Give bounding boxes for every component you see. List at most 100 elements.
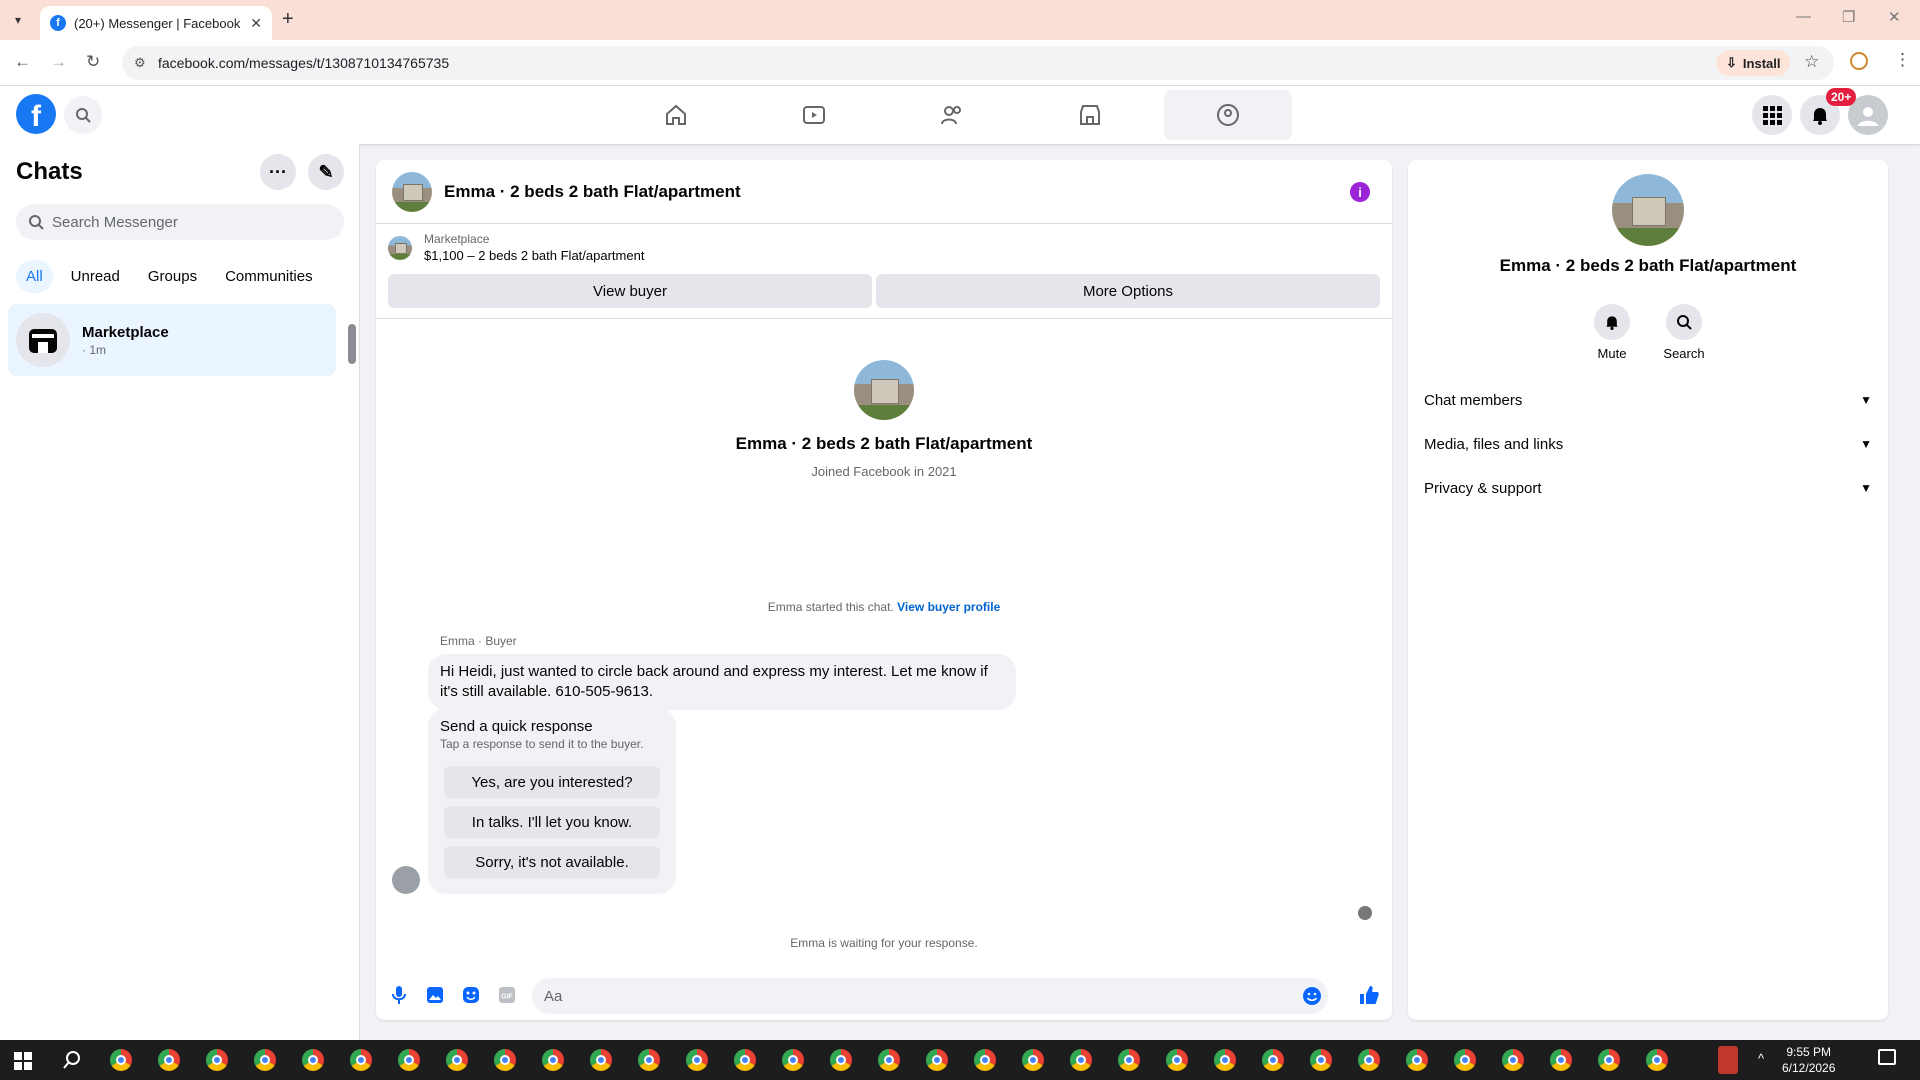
chrome-taskbar-icon[interactable]: [1310, 1049, 1332, 1071]
chrome-taskbar-icon[interactable]: [974, 1049, 996, 1071]
system-clock[interactable]: 9:55 PM 6/12/2026: [1782, 1044, 1835, 1076]
home-icon[interactable]: [612, 90, 740, 140]
microphone-icon[interactable]: [388, 984, 410, 1006]
chrome-taskbar-icon[interactable]: [878, 1049, 900, 1071]
new-message-icon[interactable]: ✎: [308, 154, 344, 190]
chrome-taskbar-icon[interactable]: [1598, 1049, 1620, 1071]
chrome-taskbar-icon[interactable]: [446, 1049, 468, 1071]
site-info-icon[interactable]: ⚙: [134, 55, 146, 71]
filter-groups[interactable]: Groups: [138, 260, 207, 293]
video-icon[interactable]: [750, 90, 878, 140]
chrome-taskbar-icon[interactable]: [158, 1049, 180, 1071]
menu-grid-icon[interactable]: [1752, 95, 1792, 135]
chrome-taskbar-icon[interactable]: [1118, 1049, 1140, 1071]
more-options-icon[interactable]: ···: [260, 154, 296, 190]
reload-icon[interactable]: ↻: [86, 52, 100, 72]
chat-list-scrollbar[interactable]: [348, 324, 356, 364]
chrome-taskbar-icon[interactable]: [686, 1049, 708, 1071]
view-buyer-button[interactable]: View buyer: [388, 274, 872, 308]
chrome-taskbar-icon[interactable]: [254, 1049, 276, 1071]
friends-icon[interactable]: [888, 90, 1016, 140]
info-icon[interactable]: i: [1350, 182, 1370, 202]
forward-icon[interactable]: →: [50, 52, 67, 72]
listing-price[interactable]: $1,100 – 2 beds 2 bath Flat/apartment: [424, 248, 644, 263]
quick-response-button[interactable]: In talks. I'll let you know.: [444, 806, 660, 838]
chat-list-item[interactable]: Marketplace · 1m: [8, 304, 336, 376]
browser-tab[interactable]: f (20+) Messenger | Facebook ✕: [40, 6, 272, 40]
filter-unread[interactable]: Unread: [61, 260, 130, 293]
chrome-taskbar-icon[interactable]: [398, 1049, 420, 1071]
sticker-icon[interactable]: [460, 984, 482, 1006]
url-field[interactable]: ⚙ facebook.com/messages/t/13087101347657…: [122, 46, 1834, 80]
emoji-icon[interactable]: [1302, 986, 1322, 1006]
conversation-title[interactable]: Emma · 2 beds 2 bath Flat/apartment: [444, 182, 741, 202]
groups-icon[interactable]: [1164, 90, 1292, 140]
chrome-taskbar-icon[interactable]: [206, 1049, 228, 1071]
quick-response-button[interactable]: Sorry, it's not available.: [444, 846, 660, 878]
chrome-taskbar-icon[interactable]: [1454, 1049, 1476, 1071]
chrome-taskbar-icon[interactable]: [110, 1049, 132, 1071]
quick-response-button[interactable]: Yes, are you interested?: [444, 766, 660, 798]
like-thumbs-up-icon[interactable]: [1358, 984, 1380, 1006]
profile-avatar[interactable]: [854, 360, 914, 420]
profile-icon[interactable]: [1850, 52, 1868, 70]
gif-icon[interactable]: GIF: [496, 984, 518, 1006]
filter-all[interactable]: All: [16, 260, 53, 293]
marketplace-icon[interactable]: [1026, 90, 1154, 140]
tab-search-chevron-icon[interactable]: ▾: [6, 8, 30, 32]
sender-avatar[interactable]: [392, 866, 420, 894]
taskbar-search-icon[interactable]: [62, 1050, 82, 1070]
filter-communities[interactable]: Communities: [215, 260, 323, 293]
chrome-taskbar-icon[interactable]: [350, 1049, 372, 1071]
search-messenger-input[interactable]: Search Messenger: [16, 204, 344, 240]
photo-icon[interactable]: [424, 984, 446, 1006]
new-tab-icon[interactable]: +: [282, 8, 294, 31]
sender-label: Emma · Buyer: [440, 634, 517, 648]
chrome-taskbar-icon[interactable]: [542, 1049, 564, 1071]
chat-members-section[interactable]: Chat members ▼: [1424, 378, 1872, 422]
chrome-taskbar-icon[interactable]: [638, 1049, 660, 1071]
listing-avatar[interactable]: [392, 171, 432, 212]
app-taskbar-icon[interactable]: [1718, 1046, 1738, 1074]
chrome-taskbar-icon[interactable]: [1502, 1049, 1524, 1071]
facebook-logo-icon[interactable]: f: [16, 94, 56, 134]
chrome-taskbar-icon[interactable]: [1646, 1049, 1668, 1071]
details-avatar[interactable]: [1612, 174, 1684, 246]
chrome-taskbar-icon[interactable]: [302, 1049, 324, 1071]
chrome-taskbar-icon[interactable]: [1166, 1049, 1188, 1071]
chrome-taskbar-icon[interactable]: [1358, 1049, 1380, 1071]
chrome-taskbar-icon[interactable]: [590, 1049, 612, 1071]
chrome-taskbar-icon[interactable]: [1214, 1049, 1236, 1071]
chrome-taskbar-icon[interactable]: [782, 1049, 804, 1071]
chrome-taskbar-icon[interactable]: [734, 1049, 756, 1071]
chrome-taskbar-icon[interactable]: [1022, 1049, 1044, 1071]
tray-chevron-up-icon[interactable]: ^: [1758, 1051, 1764, 1066]
chrome-taskbar-icon[interactable]: [1550, 1049, 1572, 1071]
search-icon[interactable]: [64, 96, 102, 134]
windows-start-icon[interactable]: [14, 1052, 32, 1070]
chrome-taskbar-icon[interactable]: [494, 1049, 516, 1071]
restore-icon[interactable]: ❐: [1842, 8, 1855, 26]
view-buyer-profile-link[interactable]: View buyer profile: [897, 600, 1000, 614]
install-label: Install: [1742, 55, 1781, 71]
media-files-links-section[interactable]: Media, files and links ▼: [1424, 422, 1872, 466]
chrome-taskbar-icon[interactable]: [830, 1049, 852, 1071]
chrome-taskbar-icon[interactable]: [926, 1049, 948, 1071]
close-tab-icon[interactable]: ✕: [250, 15, 262, 32]
chrome-taskbar-icon[interactable]: [1406, 1049, 1428, 1071]
more-options-button[interactable]: More Options: [876, 274, 1380, 308]
install-button[interactable]: ⇩ Install: [1716, 50, 1791, 76]
search-conversation-button[interactable]: Search: [1663, 304, 1705, 361]
browser-menu-icon[interactable]: ⋮: [1894, 50, 1911, 70]
privacy-support-section[interactable]: Privacy & support ▼: [1424, 466, 1872, 510]
bookmark-star-icon[interactable]: ☆: [1804, 52, 1819, 72]
message-input[interactable]: Aa: [532, 978, 1328, 1014]
chrome-taskbar-icon[interactable]: [1070, 1049, 1092, 1071]
message-bubble[interactable]: Hi Heidi, just wanted to circle back aro…: [428, 654, 1016, 710]
minimize-icon[interactable]: —: [1796, 8, 1811, 25]
notification-center-icon[interactable]: [1878, 1049, 1896, 1065]
mute-button[interactable]: Mute: [1594, 304, 1630, 361]
window-close-icon[interactable]: ✕: [1888, 8, 1901, 26]
chrome-taskbar-icon[interactable]: [1262, 1049, 1284, 1071]
back-icon[interactable]: ←: [14, 52, 31, 72]
